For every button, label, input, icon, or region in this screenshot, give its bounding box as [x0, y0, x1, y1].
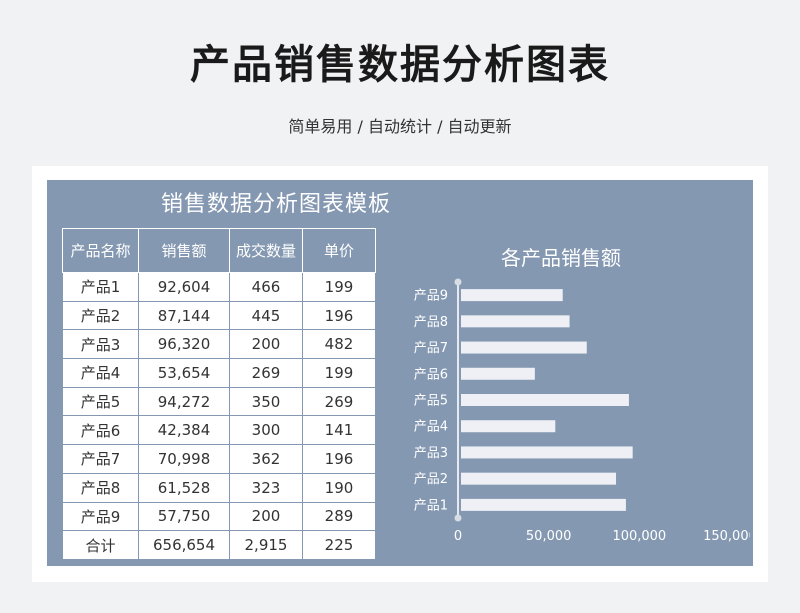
y-axis-cap-bottom [454, 514, 462, 522]
table-header-row: 产品名称 销售额 成交数量 单价 [62, 228, 376, 273]
category-label: 产品6 [414, 367, 448, 382]
table-row: 产品2 87,144 445 196 [62, 300, 376, 331]
table-cell: 196 [302, 300, 376, 331]
table-cell: 196 [302, 444, 376, 474]
panel-title: 销售数据分析图表模板 [160, 192, 391, 217]
bar [461, 341, 587, 354]
table-row: 产品4 53,654 269 199 [62, 358, 376, 388]
column-header: 销售额 [138, 228, 230, 273]
table-cell: 289 [302, 501, 376, 532]
table-cell: 产品2 [62, 300, 139, 331]
x-tick-label: 100,000 [612, 529, 666, 544]
page-subtitle: 简单易用 / 自动统计 / 自动更新 [288, 117, 512, 136]
table-cell: 300 [229, 415, 303, 446]
table-row: 产品7 70,998 362 196 [62, 444, 376, 474]
table-cell: 362 [229, 444, 303, 474]
chart-title: 各产品销售额 [501, 246, 621, 270]
table-cell: 350 [229, 386, 303, 417]
bar [461, 315, 570, 328]
table-row: 产品1 92,604 466 199 [62, 272, 376, 302]
bar [461, 367, 535, 380]
table-cell: 产品5 [62, 386, 139, 417]
y-axis-cap-top [454, 278, 462, 286]
column-header: 成交数量 [229, 228, 303, 273]
table-cell: 产品7 [62, 444, 139, 474]
sales-bar-chart: 各产品销售额产品1 产品2 产品3 产品4 产品5 产品6 产品7 产品8 产品9 0 50,000… [414, 246, 750, 544]
category-label: 产品3 [414, 446, 448, 461]
page-title: 产品销售数据分析图表 [190, 42, 610, 88]
column-header: 单价 [302, 228, 376, 273]
x-tick-label: 50,000 [526, 529, 572, 544]
table-cell: 323 [229, 472, 303, 503]
table-cell: 87,144 [138, 300, 230, 331]
table-cell: 42,384 [138, 415, 230, 446]
table-cell: 200 [229, 329, 303, 360]
bar [461, 394, 629, 406]
table-cell: 2,915 [229, 530, 303, 560]
table-cell: 61,528 [138, 472, 230, 503]
x-tick-label: 150,000 [703, 529, 750, 544]
table-cell: 产品6 [62, 415, 139, 446]
category-label: 产品9 [414, 289, 448, 304]
table-cell: 269 [229, 358, 303, 388]
bar [461, 420, 556, 433]
table-cell: 57,750 [138, 501, 230, 532]
table-cell: 190 [302, 472, 376, 503]
table-cell: 656,654 [138, 530, 230, 560]
table-cell: 产品3 [62, 329, 139, 360]
bar [461, 498, 626, 511]
table-cell: 53,654 [138, 358, 230, 388]
category-label: 产品7 [414, 341, 448, 356]
table-cell: 合计 [62, 530, 139, 560]
table-cell: 445 [229, 300, 303, 331]
table-cell: 产品8 [62, 472, 139, 503]
category-label: 产品5 [414, 394, 448, 409]
category-label: 产品8 [414, 315, 448, 330]
table-total-row: 合计 656,654 2,915 225 [62, 530, 376, 560]
table-cell: 466 [229, 272, 303, 302]
category-label: 产品2 [414, 472, 448, 487]
table-cell: 141 [302, 415, 376, 446]
table-cell: 96,320 [138, 329, 230, 360]
table-cell: 92,604 [138, 272, 230, 302]
sales-table: 产品名称 销售额 成交数量 单价 产品1 92,604 466 199 产品2 … [62, 228, 376, 560]
table-cell: 产品1 [62, 272, 139, 302]
table-cell: 200 [229, 501, 303, 532]
bar [461, 472, 617, 485]
table-row: 产品9 57,750 200 289 [62, 501, 376, 532]
table-cell: 产品4 [62, 358, 139, 388]
column-header: 产品名称 [62, 228, 139, 273]
table-row: 产品5 94,272 350 269 [62, 386, 376, 417]
table-cell: 269 [302, 386, 376, 417]
bar [461, 289, 563, 302]
table-cell: 482 [302, 329, 376, 360]
category-label: 产品4 [414, 420, 448, 435]
table-row: 产品6 42,384 300 141 [62, 415, 376, 446]
table-cell: 199 [302, 358, 376, 388]
category-label: 产品1 [414, 498, 448, 513]
table-cell: 70,998 [138, 444, 230, 474]
x-tick-label: 0 [454, 529, 462, 544]
table-row: 产品8 61,528 323 190 [62, 472, 376, 503]
table-cell: 199 [302, 272, 376, 302]
table-cell: 225 [302, 530, 376, 560]
table-cell: 产品9 [62, 501, 139, 532]
bar [461, 446, 633, 459]
table-row: 产品3 96,320 200 482 [62, 329, 376, 360]
table-cell: 94,272 [138, 386, 230, 417]
